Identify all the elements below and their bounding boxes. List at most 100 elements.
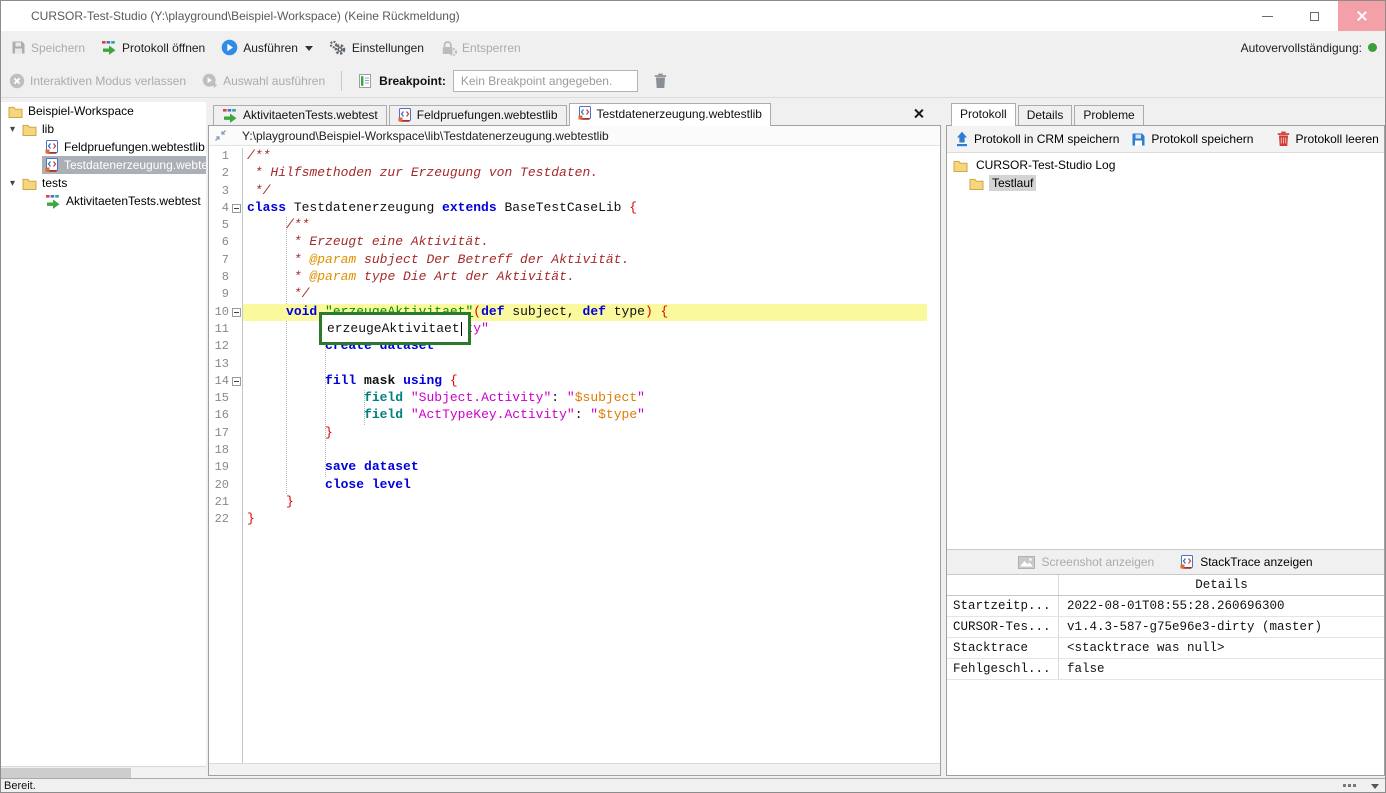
gutter-row: 20 bbox=[209, 477, 242, 494]
run-button[interactable]: Ausführen bbox=[221, 39, 313, 56]
maximize-icon bbox=[1310, 12, 1319, 21]
panel-tab-protokoll[interactable]: Protokoll bbox=[951, 103, 1016, 126]
editor-tab[interactable]: Feldpruefungen.webtestlib bbox=[389, 105, 567, 125]
code-line[interactable]: } bbox=[243, 511, 927, 528]
open-protocol-button[interactable]: Protokoll öffnen bbox=[101, 40, 205, 55]
code-line[interactable]: save dataset bbox=[243, 459, 927, 476]
tree-item-inner[interactable]: Beispiel-Workspace bbox=[5, 102, 206, 120]
inline-edit-popup[interactable]: erzeugeAktivitaet bbox=[319, 312, 471, 345]
tree-item[interactable]: AktivitaetenTests.webtest bbox=[1, 192, 206, 210]
tree-item-inner[interactable]: Feldpruefungen.webtestlib bbox=[42, 138, 206, 156]
code-line[interactable]: */ bbox=[243, 183, 927, 200]
unlock-button[interactable]: Entsperren bbox=[440, 40, 521, 56]
tree-item[interactable]: Testdatenerzeugung.webtestlib bbox=[1, 156, 206, 174]
table-row[interactable]: Fehlgeschl...false bbox=[947, 659, 1384, 680]
editor-tab[interactable]: AktivitaetenTests.webtest bbox=[213, 105, 387, 125]
row-key-cell: Fehlgeschl... bbox=[947, 659, 1059, 679]
sidebar-hscrollbar[interactable] bbox=[1, 766, 206, 778]
code-line[interactable]: * Erzeugt eine Aktivität. bbox=[243, 234, 927, 251]
table-row[interactable]: CURSOR-Tes...v1.4.3-587-g75e96e3-dirty (… bbox=[947, 617, 1384, 638]
panel-tab-details[interactable]: Details bbox=[1018, 105, 1073, 125]
settings-button[interactable]: Einstellungen bbox=[329, 40, 424, 56]
editor-hscrollbar[interactable] bbox=[209, 763, 940, 775]
toolbar-primary: Speichern Protokoll öffnen Ausführen Ein… bbox=[1, 31, 1385, 64]
line-number: 17 bbox=[209, 425, 229, 442]
code-line[interactable]: */ bbox=[243, 286, 927, 303]
save-button[interactable]: Speichern bbox=[11, 40, 85, 55]
chevron-down-icon[interactable] bbox=[305, 46, 313, 55]
gutter-row: 4 bbox=[209, 200, 242, 217]
tree-item[interactable]: Feldpruefungen.webtestlib bbox=[1, 138, 206, 156]
code-line[interactable]: * @param subject Der Betreff der Aktivit… bbox=[243, 252, 927, 269]
leave-interactive-button[interactable]: Interaktiven Modus verlassen bbox=[9, 73, 186, 89]
breakpoint-field[interactable] bbox=[453, 70, 638, 92]
tree-item-inner[interactable]: tests bbox=[19, 174, 206, 192]
code-line[interactable]: field "Subject.Activity": "$subject" bbox=[243, 390, 927, 407]
fold-marker-icon[interactable] bbox=[232, 204, 241, 213]
code-line[interactable]: /** bbox=[243, 217, 927, 234]
editor-file-path: Y:\playground\Beispiel-Workspace\lib\Tes… bbox=[242, 129, 609, 143]
gutter-row: 18 bbox=[209, 442, 242, 459]
tree-item-label: Feldpruefungen.webtestlib bbox=[64, 140, 205, 154]
tree-item-label: lib bbox=[42, 122, 54, 136]
tree-item-inner[interactable]: lib bbox=[19, 120, 206, 138]
maximize-button[interactable] bbox=[1291, 1, 1338, 31]
code-line[interactable]: * @param type Die Art der Aktivität. bbox=[243, 269, 927, 286]
close-icon bbox=[1356, 10, 1368, 22]
detail-toggle-button[interactable]: StackTrace anzeigen bbox=[1180, 555, 1312, 570]
gutter-row: 21 bbox=[209, 494, 242, 511]
code-line[interactable]: class Testdatenerzeugung extends BaseTes… bbox=[243, 200, 927, 217]
editor-pane: AktivitaetenTests.webtestFeldpruefungen.… bbox=[208, 102, 941, 776]
log-tree-item[interactable]: CURSOR-Test-Studio Log bbox=[947, 156, 1384, 174]
status-text: Bereit. bbox=[4, 780, 36, 792]
statusbar-caret-icon[interactable] bbox=[1371, 784, 1379, 793]
clear-breakpoint-button[interactable] bbox=[654, 73, 667, 89]
close-editor-tab-icon[interactable] bbox=[913, 106, 927, 120]
gutter-row: 11 bbox=[209, 321, 242, 338]
code-line[interactable]: fill mask using { bbox=[243, 373, 927, 390]
detail-toggle-button[interactable]: Screenshot anzeigen bbox=[1018, 555, 1154, 569]
tree-item[interactable]: ▾ lib bbox=[1, 120, 206, 138]
scrollbar-thumb[interactable] bbox=[1, 768, 131, 778]
gutter-row: 2 bbox=[209, 165, 242, 182]
tree-item-inner[interactable]: Testdatenerzeugung.webtestlib bbox=[42, 156, 206, 174]
panel-tab-probleme[interactable]: Probleme bbox=[1074, 105, 1143, 125]
folder-icon bbox=[8, 105, 23, 118]
fold-marker-icon[interactable] bbox=[232, 377, 241, 386]
code-line[interactable]: } bbox=[243, 425, 927, 442]
expand-arrow-icon[interactable]: ▾ bbox=[6, 124, 19, 135]
overflow-dots-icon[interactable] bbox=[1343, 784, 1357, 787]
code-line[interactable] bbox=[243, 442, 927, 459]
fold-marker-icon[interactable] bbox=[232, 308, 241, 317]
log-toolbar-button[interactable]: Protokoll speichern bbox=[1131, 132, 1253, 147]
protocol-open-icon bbox=[101, 40, 117, 55]
log-tree-item[interactable]: Testlauf bbox=[947, 174, 1384, 192]
code-line[interactable]: } bbox=[243, 494, 927, 511]
expand-arrow-icon[interactable]: ▾ bbox=[6, 178, 19, 189]
code-line[interactable]: close level bbox=[243, 477, 927, 494]
table-row[interactable]: Startzeitp...2022-08-01T08:55:28.2606963… bbox=[947, 596, 1384, 617]
table-row[interactable]: Stacktrace<stacktrace was null> bbox=[947, 638, 1384, 659]
code-line[interactable]: /** bbox=[243, 148, 927, 165]
code-line[interactable]: * Hilfsmethoden zur Erzeugung von Testda… bbox=[243, 165, 927, 182]
gutter-row: 10 bbox=[209, 304, 242, 321]
inline-edit-text: erzeugeAktivitaet bbox=[327, 321, 460, 336]
editor-tab[interactable]: Testdatenerzeugung.webtestlib bbox=[569, 103, 771, 126]
close-button[interactable] bbox=[1338, 1, 1385, 31]
log-toolbar-button[interactable]: Protokoll leeren bbox=[1277, 131, 1378, 147]
log-toolbar-button[interactable]: Protokoll in CRM speichern bbox=[955, 131, 1119, 147]
image-icon bbox=[1018, 556, 1035, 569]
collapse-icon[interactable] bbox=[214, 129, 227, 142]
row-value-cell: 2022-08-01T08:55:28.260696300 bbox=[1059, 599, 1384, 613]
code-editor[interactable]: 12345678910111213141516171819202122 /** … bbox=[209, 146, 940, 763]
code-line[interactable] bbox=[243, 356, 927, 373]
code-line[interactable]: field "ActTypeKey.Activity": "$type" bbox=[243, 407, 927, 424]
tree-item[interactable]: ▾tests bbox=[1, 174, 206, 192]
line-number: 20 bbox=[209, 477, 229, 494]
tree-item[interactable]: Beispiel-Workspace bbox=[1, 102, 206, 120]
minimize-button[interactable] bbox=[1244, 1, 1291, 31]
run-selection-button[interactable]: Auswahl ausführen bbox=[202, 73, 325, 89]
tree-item-inner[interactable]: AktivitaetenTests.webtest bbox=[42, 192, 206, 210]
folder-icon bbox=[22, 177, 37, 190]
tree-item-label: AktivitaetenTests.webtest bbox=[66, 194, 201, 208]
